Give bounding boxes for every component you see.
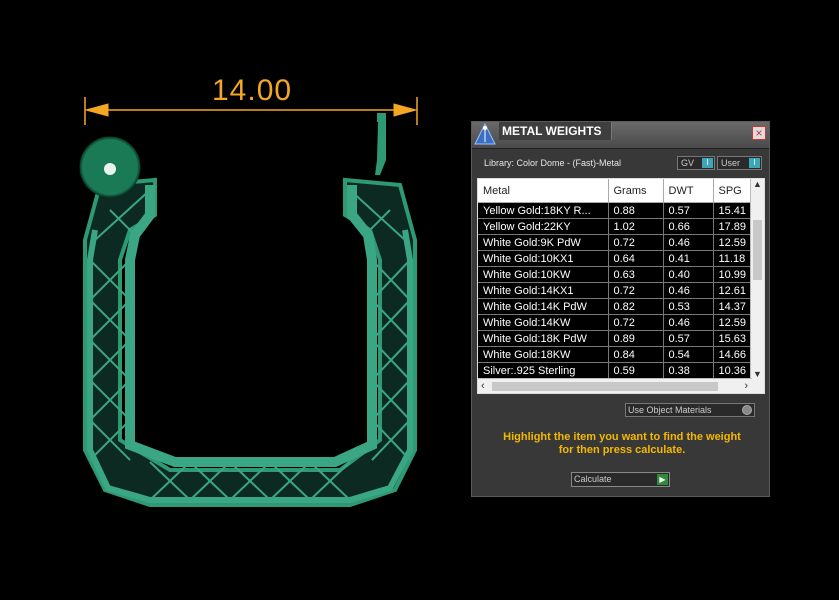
dwt-cell: 0.66	[663, 218, 714, 235]
dimension-value: 14.00	[212, 74, 293, 107]
table-row[interactable]: White Gold:18K PdW 0.89 0.57 15.63	[478, 330, 759, 347]
user-toggle-knob: I	[749, 158, 760, 168]
scroll-down-icon[interactable]: ▼	[751, 369, 764, 379]
calculate-button[interactable]: Calculate ▶	[571, 472, 670, 487]
dwt-cell: 0.38	[663, 362, 714, 379]
dwt-cell: 0.46	[663, 282, 714, 299]
library-label: Library: Color Dome - (Fast)-Metal	[484, 158, 622, 168]
scroll-up-icon[interactable]: ▲	[751, 179, 764, 189]
column-header-grams[interactable]: Grams	[608, 179, 664, 203]
dwt-cell: 0.57	[663, 330, 714, 347]
instruction-line-1: Highlight the item you want to find the …	[503, 431, 741, 443]
table-row[interactable]: White Gold:10KX1 0.64 0.41 11.18	[478, 250, 759, 267]
metal-name-cell: White Gold:18K PdW	[478, 330, 609, 347]
grams-cell: 0.84	[608, 346, 664, 363]
scroll-corner	[751, 379, 764, 393]
metal-name-cell: White Gold:14KW	[478, 314, 609, 331]
calculate-label: Calculate	[574, 474, 612, 484]
column-header-dwt[interactable]: DWT	[663, 179, 714, 203]
metal-name-cell: White Gold:10KX1	[478, 250, 609, 267]
bail-hook	[375, 113, 386, 175]
scale-icon	[474, 122, 496, 145]
grams-cell: 0.59	[608, 362, 664, 379]
dwt-cell: 0.46	[663, 314, 714, 331]
gv-toggle[interactable]: GV I	[677, 156, 715, 170]
metal-weights-panel: METAL WEIGHTS × Library: Color Dome - (F…	[471, 121, 770, 497]
ring-frame	[83, 177, 417, 507]
column-header-metal[interactable]: Metal	[478, 179, 609, 203]
instruction-text: Highlight the item you want to find the …	[482, 431, 762, 457]
table-row[interactable]: White Gold:14KW 0.72 0.46 12.59	[478, 314, 759, 331]
user-toggle-label: User	[721, 158, 741, 168]
radio-icon[interactable]	[742, 405, 752, 415]
gem-sphere	[79, 136, 141, 198]
metal-name-cell: White Gold:10KW	[478, 266, 609, 283]
metal-name-cell: Yellow Gold:18KY R...	[478, 202, 609, 219]
dwt-cell: 0.41	[663, 250, 714, 267]
scroll-left-icon[interactable]: ‹	[481, 379, 485, 393]
grams-cell: 0.82	[608, 298, 664, 315]
dwt-cell: 0.40	[663, 266, 714, 283]
table-row[interactable]: Silver:.925 Sterling 0.59 0.38 10.36	[478, 362, 759, 379]
gv-toggle-label: GV	[681, 158, 695, 168]
table-row[interactable]: Yellow Gold:22KY 1.02 0.66 17.89	[478, 218, 759, 235]
grams-cell: 0.72	[608, 234, 664, 251]
table-row[interactable]: White Gold:9K PdW 0.72 0.46 12.59	[478, 234, 759, 251]
instruction-line-2: for then press calculate.	[558, 444, 686, 456]
dwt-cell: 0.54	[663, 346, 714, 363]
use-object-materials-label: Use Object Materials	[628, 405, 712, 415]
gv-toggle-knob: I	[702, 158, 713, 168]
grams-cell: 0.72	[608, 282, 664, 299]
vertical-scroll-thumb[interactable]	[753, 220, 762, 280]
close-button[interactable]: ×	[752, 126, 766, 140]
scroll-right-icon[interactable]: ›	[744, 379, 748, 393]
metal-name-cell: Yellow Gold:22KY	[478, 218, 609, 235]
metal-name-cell: White Gold:9K PdW	[478, 234, 609, 251]
grams-cell: 0.72	[608, 314, 664, 331]
metal-table[interactable]: Metal Grams DWT SPG Yellow Gold:18KY R..…	[477, 178, 765, 394]
table-row[interactable]: Yellow Gold:18KY R... 0.88 0.57 15.41	[478, 202, 759, 219]
dwt-cell: 0.53	[663, 298, 714, 315]
user-toggle[interactable]: User I	[717, 156, 762, 170]
horizontal-scrollbar[interactable]: ‹ ›	[478, 378, 752, 393]
metal-name-cell: White Gold:18KW	[478, 346, 609, 363]
metal-name-cell: White Gold:14KX1	[478, 282, 609, 299]
grams-cell: 1.02	[608, 218, 664, 235]
panel-title: METAL WEIGHTS	[502, 124, 602, 138]
table-row[interactable]: White Gold:18KW 0.84 0.54 14.66	[478, 346, 759, 363]
table-row[interactable]: White Gold:10KW 0.63 0.40 10.99	[478, 266, 759, 283]
use-object-materials-option[interactable]: Use Object Materials	[625, 403, 755, 417]
horizontal-scroll-thumb[interactable]	[492, 382, 718, 391]
grams-cell: 0.64	[608, 250, 664, 267]
metal-name-cell: Silver:.925 Sterling	[478, 362, 609, 379]
table-row[interactable]: White Gold:14K PdW 0.82 0.53 14.37	[478, 298, 759, 315]
table-row[interactable]: White Gold:14KX1 0.72 0.46 12.61	[478, 282, 759, 299]
panel-titlebar[interactable]: METAL WEIGHTS ×	[472, 122, 769, 149]
vertical-scrollbar[interactable]: ▲ ▼	[750, 179, 764, 379]
grams-cell: 0.89	[608, 330, 664, 347]
grams-cell: 0.63	[608, 266, 664, 283]
play-arrow-icon: ▶	[657, 474, 668, 485]
grams-cell: 0.88	[608, 202, 664, 219]
metal-name-cell: White Gold:14K PdW	[478, 298, 609, 315]
dwt-cell: 0.57	[663, 202, 714, 219]
table-header-row: Metal Grams DWT SPG	[478, 179, 759, 203]
dwt-cell: 0.46	[663, 234, 714, 251]
